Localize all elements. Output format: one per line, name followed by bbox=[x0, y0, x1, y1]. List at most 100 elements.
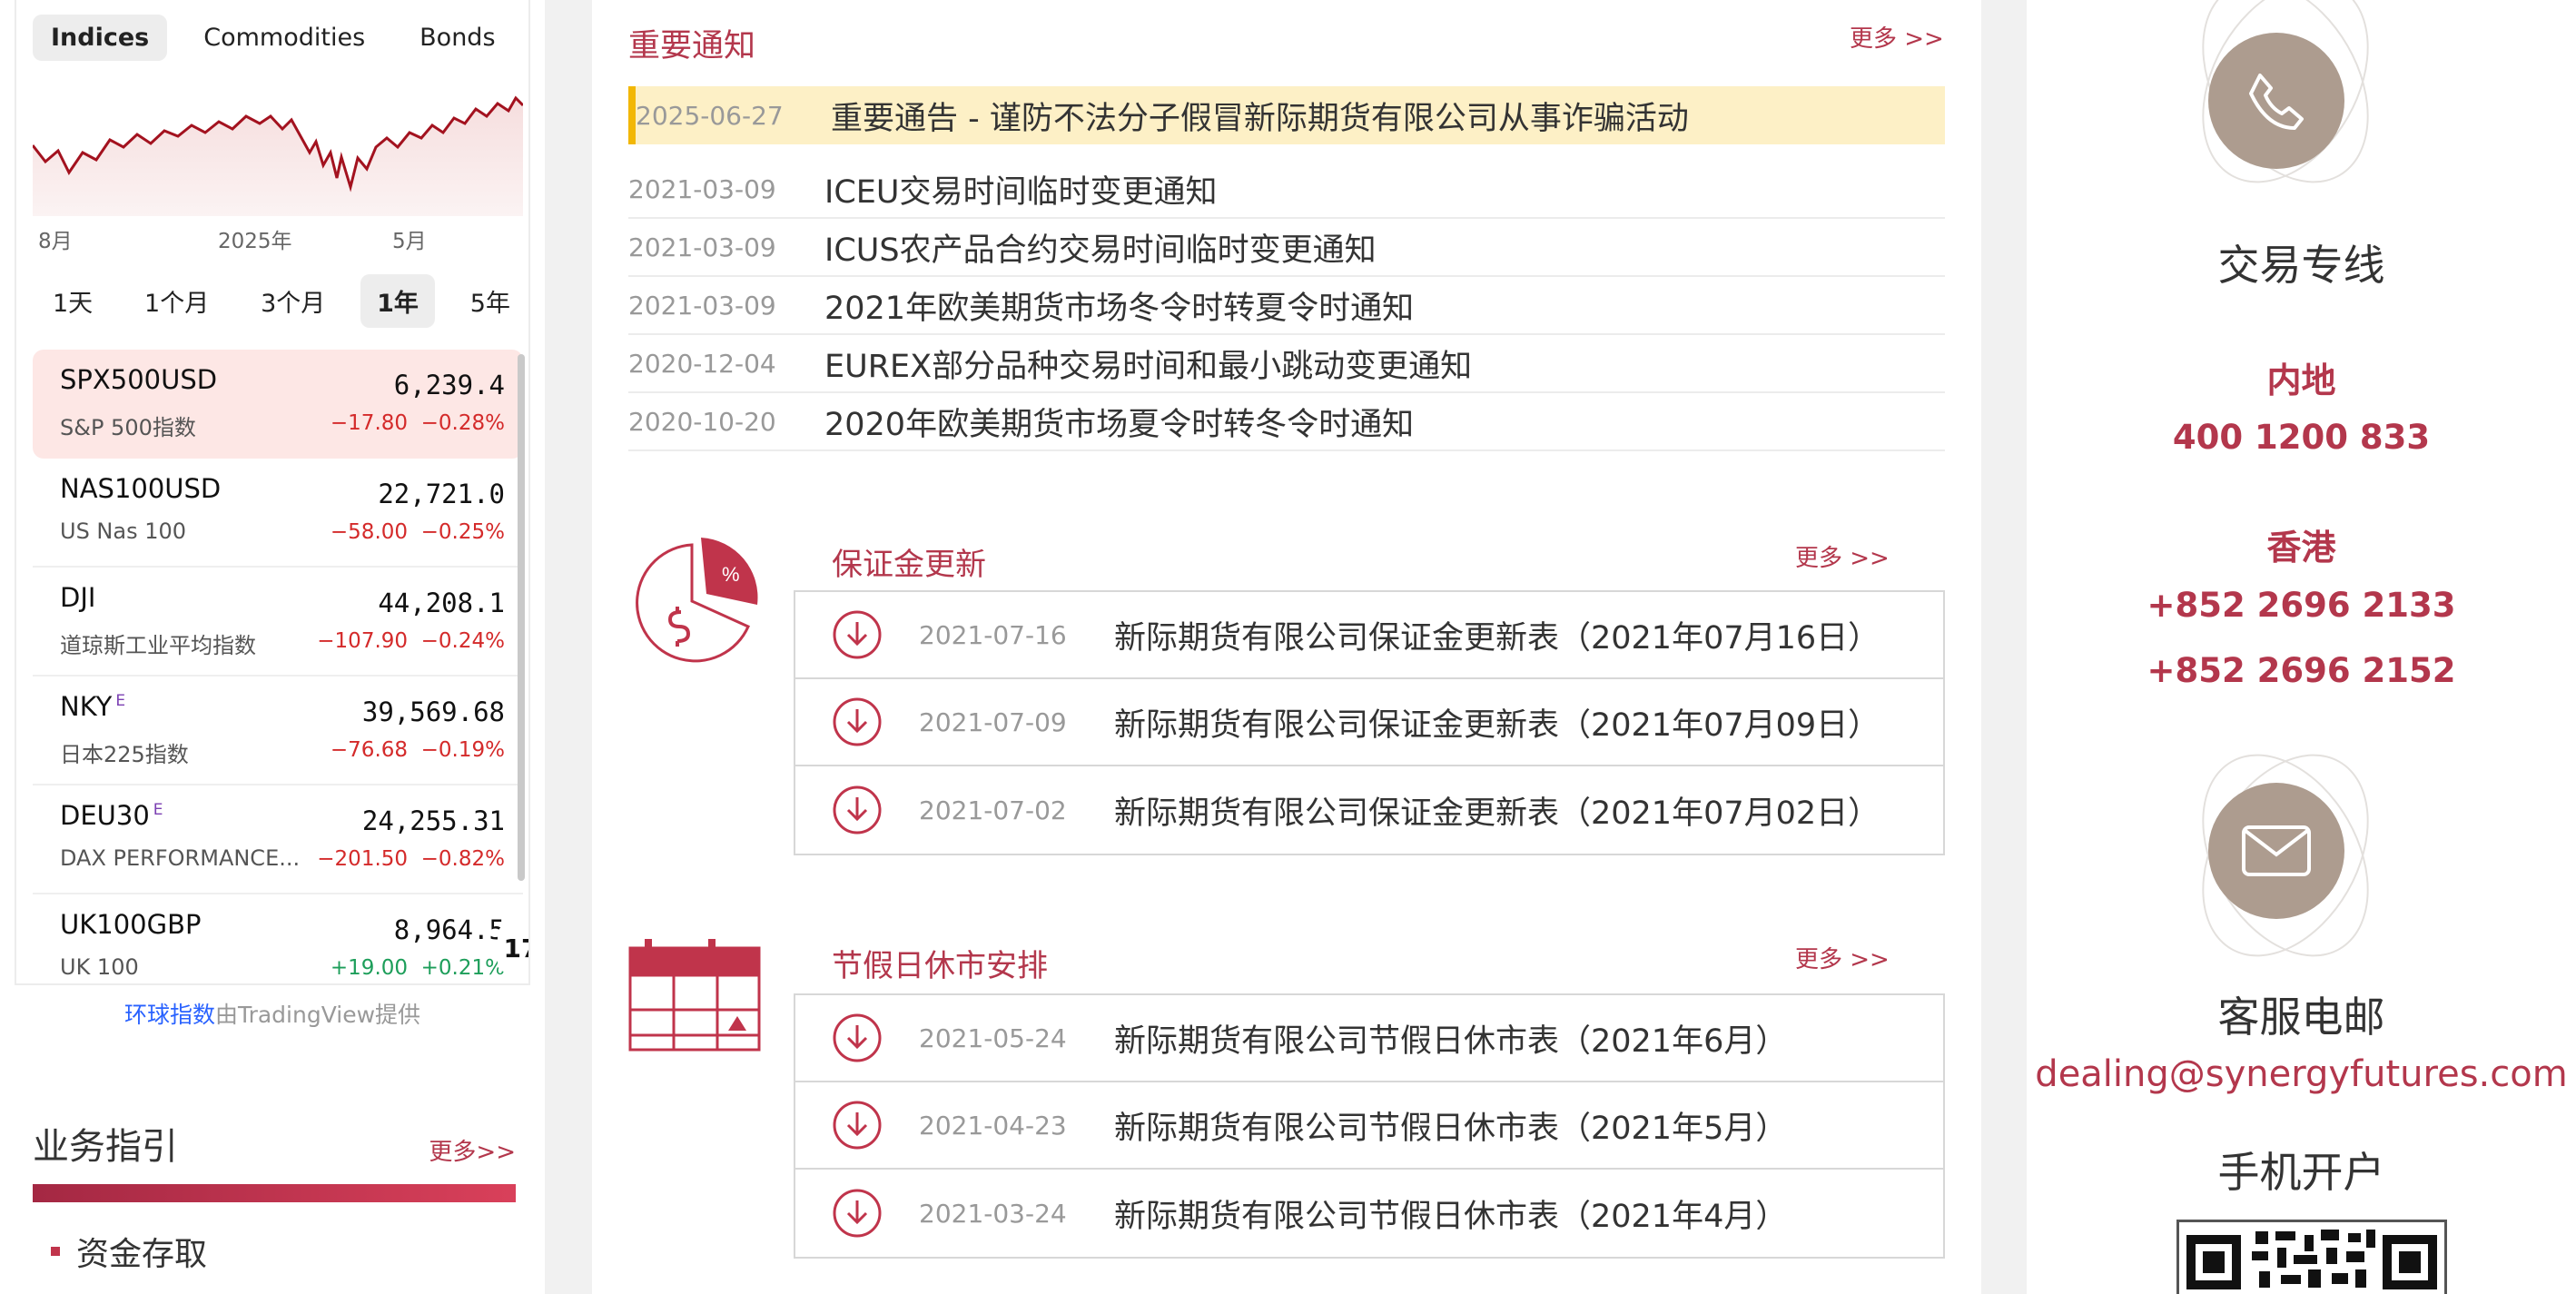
margin-pie-icon-label: % bbox=[722, 563, 740, 586]
symbol-row-dji[interactable]: DJI 44,208.1 道琼斯工业平均指数 −107.90 −0.24% bbox=[33, 568, 523, 677]
symbol-row-nas100usd[interactable]: NAS100USD 22,721.0 US Nas 100 −58.00 −0.… bbox=[33, 459, 523, 568]
hk-phone-1[interactable]: +852 2696 2133 bbox=[2027, 586, 2576, 625]
axis-label-2025: 2025年 bbox=[218, 230, 292, 253]
calendar-icon bbox=[628, 939, 761, 1052]
download-icon[interactable] bbox=[832, 1012, 883, 1063]
symbol-row-uk100gbp[interactable]: UK100GBP 8,964.5 UK 100 +19.00 +0.21% bbox=[33, 894, 523, 981]
margin-date: 2021-07-16 bbox=[919, 619, 1067, 650]
tab-commodities[interactable]: Commodities bbox=[185, 15, 383, 61]
holiday-title-link: 新际期货有限公司节假日休市表（2021年4月） bbox=[1114, 1198, 1788, 1235]
chart-area-fill bbox=[33, 98, 523, 216]
margin-pie-icon: % bbox=[636, 538, 758, 663]
tab-indices[interactable]: Indices bbox=[33, 14, 168, 61]
holiday-row[interactable]: 2021-03-24 新际期货有限公司节假日休市表（2021年4月） bbox=[795, 1170, 1943, 1257]
notice-title: 重要通告 - 谨防不法分子假冒新际期货有限公司从事诈骗活动 bbox=[831, 100, 1689, 137]
symbol-description: 道琼斯工业平均指数 bbox=[60, 633, 256, 658]
symbol-price: 8,964.5 bbox=[393, 914, 505, 945]
notices-more-link[interactable]: 更多 >> bbox=[1850, 20, 1944, 54]
download-icon[interactable] bbox=[832, 1188, 883, 1239]
symbol-row-spx500usd[interactable]: SPX500USD 6,239.4 S&P 500指数 −17.80 −0.28… bbox=[33, 350, 523, 459]
margin-title: 保证金更新 bbox=[832, 547, 986, 583]
holiday-date: 2021-03-24 bbox=[919, 1198, 1067, 1229]
symbol-change: −58.00 −0.25% bbox=[330, 520, 505, 544]
holiday-date: 2021-04-23 bbox=[919, 1110, 1067, 1141]
holiday-date: 2021-05-24 bbox=[919, 1022, 1067, 1053]
range-1m[interactable]: 1个月 bbox=[128, 274, 225, 328]
holiday-row[interactable]: 2021-04-23 新际期货有限公司节假日休市表（2021年5月） bbox=[795, 1082, 1943, 1170]
margin-row[interactable]: 2021-07-09 新际期货有限公司保证金更新表（2021年07月09日） bbox=[795, 679, 1943, 766]
notice-item[interactable]: 2020-10-20 2020年欧美期货市场夏令时转冬令时通知 bbox=[628, 393, 1945, 451]
notice-date: 2021-03-09 bbox=[628, 232, 776, 262]
axis-label-aug: 8月 bbox=[38, 230, 73, 253]
margin-row[interactable]: 2021-07-02 新际期货有限公司保证金更新表（2021年07月02日） bbox=[795, 766, 1943, 854]
tradingview-logo-icon[interactable]: 17 bbox=[498, 926, 528, 972]
symbol-row-deu30[interactable]: DEU30 E 24,255.31 DAX PERFORMANCE... −201… bbox=[33, 785, 523, 894]
hk-label: 香港 bbox=[2266, 528, 2336, 568]
business-guide-item[interactable]: 资金存取 bbox=[33, 1228, 516, 1275]
symbol-price: 6,239.4 bbox=[393, 370, 505, 400]
mail-icon bbox=[2208, 783, 2344, 919]
range-1y[interactable]: 1年 bbox=[360, 274, 435, 328]
symbol-description: US Nas 100 bbox=[60, 519, 187, 544]
mainland-phone[interactable]: 400 1200 833 bbox=[2027, 418, 2576, 457]
symbol-description: DAX PERFORMANCE... bbox=[60, 845, 301, 871]
notice-date: 2025-06-27 bbox=[636, 100, 784, 131]
download-icon[interactable] bbox=[832, 609, 883, 660]
time-range-selector: 1天 1个月 3个月 1年 5年 bbox=[36, 274, 527, 328]
holiday-table: 2021-05-24 新际期货有限公司节假日休市表（2021年6月） 2021-… bbox=[794, 993, 1945, 1259]
notice-highlight[interactable]: 2025-06-27 重要通告 - 谨防不法分子假冒新际期货有限公司从事诈骗活动 bbox=[628, 86, 1945, 144]
margin-title-link: 新际期货有限公司保证金更新表（2021年07月16日） bbox=[1114, 619, 1880, 657]
notice-date: 2020-12-04 bbox=[628, 348, 776, 379]
business-guide: 业务指引 更多>> 资金存取 bbox=[33, 1117, 516, 1275]
hotline-title: 交易专线 bbox=[2217, 241, 2385, 290]
notice-title: ICUS农产品合约交易时间临时变更通知 bbox=[824, 232, 1377, 269]
axis-label-may: 5月 bbox=[392, 230, 427, 253]
business-guide-more-link[interactable]: 更多>> bbox=[429, 1133, 516, 1167]
notice-item[interactable]: 2021-03-09 2021年欧美期货市场冬令时转夏令时通知 bbox=[628, 277, 1945, 335]
range-1d[interactable]: 1天 bbox=[36, 274, 109, 328]
range-5y[interactable]: 5年 bbox=[454, 274, 527, 328]
symbol-price: 39,569.68 bbox=[361, 696, 505, 727]
notice-item[interactable]: 2021-03-09 ICUS农产品合约交易时间临时变更通知 bbox=[628, 219, 1945, 277]
download-icon[interactable] bbox=[832, 785, 883, 835]
left-column: Indices Commodities Bonds F 8月 2025年 5月 … bbox=[0, 0, 545, 1294]
notice-item[interactable]: 2021-03-09 ICEU交易时间临时变更通知 bbox=[628, 161, 1945, 219]
bullet-icon bbox=[51, 1247, 60, 1256]
notice-date: 2021-03-09 bbox=[628, 290, 776, 321]
symbol-list: SPX500USD 6,239.4 S&P 500指数 −17.80 −0.28… bbox=[33, 350, 523, 981]
market-tabs: Indices Commodities Bonds F bbox=[33, 11, 528, 64]
hk-phone-2[interactable]: +852 2696 2152 bbox=[2027, 651, 2576, 690]
tab-bonds[interactable]: Bonds bbox=[401, 15, 513, 61]
notice-title: 2020年欧美期货市场夏令时转冬令时通知 bbox=[824, 406, 1415, 443]
email-link[interactable]: dealing@synergyfutures.com bbox=[2027, 1053, 2576, 1095]
notice-title: ICEU交易时间临时变更通知 bbox=[824, 173, 1218, 211]
qr-code bbox=[2176, 1220, 2447, 1294]
holiday-title-link: 新际期货有限公司节假日休市表（2021年6月） bbox=[1114, 1022, 1788, 1060]
download-icon[interactable] bbox=[832, 696, 883, 747]
range-3m[interactable]: 3个月 bbox=[244, 274, 341, 328]
market-overview-widget: Indices Commodities Bonds F 8月 2025年 5月 … bbox=[15, 0, 530, 985]
download-icon[interactable] bbox=[832, 1100, 883, 1151]
holiday-row[interactable]: 2021-05-24 新际期货有限公司节假日休市表（2021年6月） bbox=[795, 995, 1943, 1082]
margin-more-link[interactable]: 更多 >> bbox=[1795, 539, 1890, 573]
index-line-chart[interactable] bbox=[33, 71, 523, 216]
global-indices-link[interactable]: 环球指数 bbox=[124, 1002, 215, 1028]
exchange-badge: E bbox=[153, 801, 163, 820]
notice-date: 2021-03-09 bbox=[628, 173, 776, 204]
margin-date: 2021-07-02 bbox=[919, 795, 1067, 825]
margin-title-link: 新际期货有限公司保证金更新表（2021年07月09日） bbox=[1114, 706, 1880, 744]
symbol-change: −17.80 −0.28% bbox=[330, 411, 505, 435]
notice-item[interactable]: 2020-12-04 EUREX部分品种交易时间和最小跳动变更通知 bbox=[628, 335, 1945, 393]
symbol-row-nky[interactable]: NKY E 39,569.68 日本225指数 −76.68 −0.19% bbox=[33, 677, 523, 785]
mainland-label: 内地 bbox=[2266, 361, 2336, 400]
symbol-list-scrollbar[interactable] bbox=[518, 354, 525, 881]
credit-text: 由TradingView提供 bbox=[214, 1002, 421, 1028]
business-guide-bar bbox=[33, 1184, 516, 1202]
symbol-description: UK 100 bbox=[60, 954, 139, 980]
holiday-more-link[interactable]: 更多 >> bbox=[1795, 941, 1890, 974]
symbol-price: 24,255.31 bbox=[361, 805, 505, 836]
margin-date: 2021-07-09 bbox=[919, 706, 1067, 737]
margin-title-link: 新际期货有限公司保证金更新表（2021年07月02日） bbox=[1114, 795, 1880, 832]
margin-row[interactable]: 2021-07-16 新际期货有限公司保证金更新表（2021年07月16日） bbox=[795, 592, 1943, 679]
symbol-change: +19.00 +0.21% bbox=[330, 956, 505, 980]
